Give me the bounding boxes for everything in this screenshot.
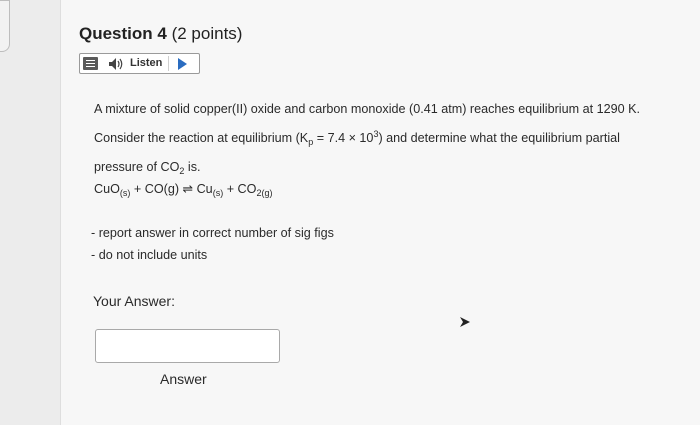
- instruction-sig-figs: - report answer in correct number of sig…: [91, 226, 334, 240]
- menu-icon[interactable]: [83, 57, 98, 70]
- speaker-icon[interactable]: [107, 57, 127, 71]
- toolbar-divider: [168, 56, 169, 71]
- your-answer-heading: Your Answer:: [93, 293, 175, 309]
- question-points: (2 points): [171, 24, 243, 43]
- reaction-equation: CuO(s) + CO(g) ⇌ Cu(s) + CO2(g): [94, 182, 273, 198]
- answer-label: Answer: [160, 371, 207, 387]
- listen-toolbar: Listen: [79, 53, 200, 74]
- play-icon[interactable]: [178, 58, 187, 70]
- mouse-cursor-icon: [460, 317, 470, 327]
- instruction-units: - do not include units: [91, 248, 208, 262]
- question-title: Question 4 (2 points): [79, 24, 242, 44]
- prompt-line-1: A mixture of solid copper(II) oxide and …: [94, 102, 641, 116]
- instructions-list: - report answer in correct number of sig…: [91, 222, 334, 266]
- question-number: Question 4: [79, 24, 167, 43]
- listen-button[interactable]: Listen: [130, 57, 162, 69]
- prompt-line-2: Consider the reaction at equilibrium (Kp…: [94, 129, 620, 147]
- prompt-line-3: pressure of CO2 is.: [94, 160, 201, 176]
- question-prompt: A mixture of solid copper(II) oxide and …: [94, 97, 684, 184]
- answer-input[interactable]: [95, 329, 280, 363]
- side-panel-tab[interactable]: [0, 0, 10, 52]
